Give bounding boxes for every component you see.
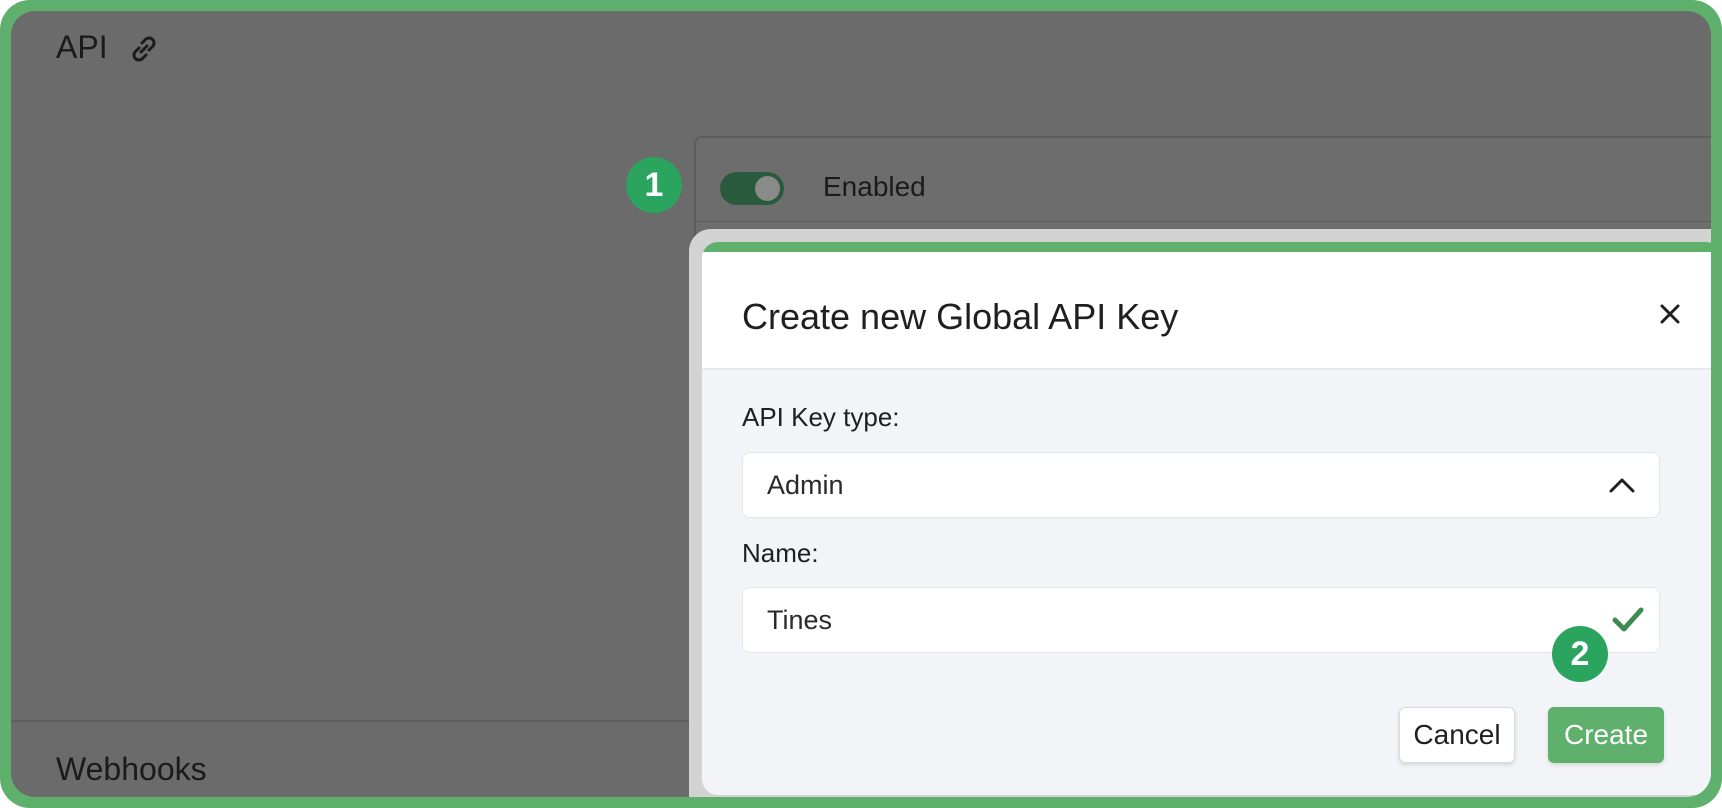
chevron-up-icon — [1609, 478, 1635, 493]
close-icon[interactable] — [1656, 300, 1684, 328]
modal-header: Create new Global API Key — [702, 252, 1711, 370]
name-label: Name: — [742, 538, 819, 568]
name-input[interactable]: Tines — [742, 587, 1660, 653]
screenshot-frame: API Enabled Webhooks 1 Create new Global… — [0, 0, 1722, 808]
api-key-type-value: Admin — [767, 470, 844, 500]
api-key-type-label: API Key type: — [742, 402, 900, 432]
name-input-value: Tines — [767, 605, 833, 635]
link-icon[interactable] — [126, 31, 162, 67]
step-badge-2: 2 — [1552, 626, 1608, 682]
step-badge-1: 1 — [626, 157, 682, 213]
modal-accent-bar — [702, 242, 1711, 252]
create-button[interactable]: Create — [1548, 707, 1664, 763]
settings-page: API Enabled Webhooks 1 Create new Global… — [11, 11, 1711, 797]
panel-divider — [694, 221, 1711, 222]
webhooks-section-title: Webhooks — [56, 751, 207, 787]
check-icon — [1612, 607, 1644, 632]
cancel-button[interactable]: Cancel — [1399, 707, 1515, 763]
enabled-label: Enabled — [823, 171, 926, 202]
api-key-type-select[interactable]: Admin — [742, 452, 1660, 518]
modal-title: Create new Global API Key — [742, 296, 1179, 337]
api-enabled-toggle[interactable] — [720, 172, 784, 205]
api-section-title: API — [56, 29, 108, 65]
toggle-knob — [755, 176, 780, 201]
create-api-key-modal: Create new Global API Key API Key type: … — [702, 242, 1711, 795]
